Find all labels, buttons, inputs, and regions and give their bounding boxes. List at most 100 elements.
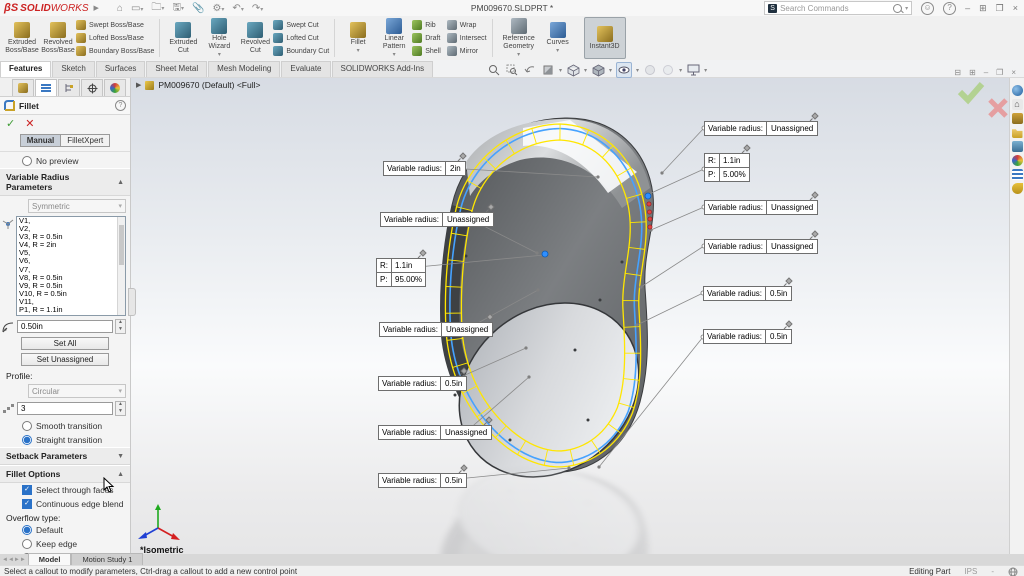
callout-variable-radius[interactable]: Variable radius: Unassigned	[704, 191, 819, 215]
panel-splitter-handle[interactable]	[128, 288, 136, 316]
new-window-icon[interactable]: ⊟	[954, 68, 961, 77]
revolved-boss-base-button[interactable]: Revolved Boss/Base	[40, 21, 76, 56]
overflow-keep-edge-option[interactable]: Keep edge	[0, 537, 130, 551]
pin-icon[interactable]	[809, 112, 819, 122]
previous-view-icon[interactable]	[523, 63, 537, 77]
help-icon[interactable]: ?	[943, 1, 957, 15]
intersect-button[interactable]: Intersect	[446, 32, 487, 44]
display-style-icon[interactable]	[591, 63, 605, 77]
callout-variable-radius[interactable]: Variable radius: Unassigned	[704, 230, 819, 254]
rib-button[interactable]: Rib	[412, 19, 441, 31]
dimxpert-manager-tab[interactable]	[81, 79, 103, 96]
cancel-button[interactable]: ✕	[25, 117, 34, 130]
vertex-list-item[interactable]: V6,	[17, 257, 125, 265]
boundary-boss-base-button[interactable]: Boundary Boss/Base	[76, 45, 154, 57]
tile-window-icon[interactable]: ⊞	[969, 68, 976, 77]
chevron-down-icon[interactable]: ▾	[584, 67, 587, 74]
zoom-to-area-icon[interactable]	[505, 63, 519, 77]
callout-radius-position[interactable]: R: 1.1in P: 95.00%	[376, 249, 427, 287]
callout-variable-radius[interactable]: Variable radius: 0.5in	[378, 367, 469, 391]
radio-icon[interactable]	[22, 539, 32, 549]
attachment-icon[interactable]: 📎	[192, 3, 204, 14]
options-gear-icon[interactable]: ⚙▾	[212, 3, 224, 14]
callout-variable-radius[interactable]: Variable radius: 0.5in	[703, 277, 794, 301]
chevron-down-icon[interactable]: ▾	[556, 47, 559, 55]
doc-close-icon[interactable]: ×	[1011, 68, 1016, 77]
pin-icon[interactable]	[783, 320, 794, 330]
vertex-list-item[interactable]: P1, R = 1.1in	[17, 305, 125, 314]
revolved-cut-button[interactable]: Revolved Cut	[237, 21, 273, 56]
home-icon[interactable]: ⌂	[117, 3, 123, 14]
instant3d-button[interactable]: Instant3D	[583, 17, 626, 59]
boundary-cut-button[interactable]: Boundary Cut	[273, 45, 329, 57]
vertex-list-item[interactable]: V4, R = 2in	[17, 241, 125, 249]
solidworks-resources-icon[interactable]	[1011, 85, 1023, 96]
view-orientation-icon[interactable]	[566, 63, 580, 77]
chevron-down-icon[interactable]: ▾	[357, 47, 360, 55]
callout-variable-radius[interactable]: Variable radius: Unassigned	[704, 112, 819, 136]
close-button[interactable]: ×	[1013, 3, 1018, 13]
confirm-cancel-icon[interactable]	[988, 98, 1008, 118]
undo-icon[interactable]: ↶▾	[232, 3, 243, 14]
tab-scroll-buttons[interactable]: ◄◄►►	[0, 554, 28, 565]
radius-input[interactable]: 0.50in	[17, 320, 113, 333]
chevron-down-icon[interactable]: ▾	[609, 67, 612, 74]
flyout-feature-tree[interactable]: ▶ PM009670 (Default) <Full>	[136, 80, 260, 90]
instances-spinner[interactable]: ▲ ▼	[115, 401, 126, 416]
vertex-list-item[interactable]: V5,	[17, 249, 125, 257]
chevron-down-icon[interactable]: ▾	[218, 51, 221, 59]
pin-icon[interactable]	[417, 249, 427, 259]
linear-pattern-button[interactable]: Linear Pattern ▾	[376, 17, 412, 60]
set-all-button[interactable]: Set All	[21, 337, 109, 350]
save-icon[interactable]: 🖫▾	[172, 0, 184, 17]
view-settings-icon[interactable]	[686, 63, 700, 77]
chevron-down-icon[interactable]: ▾	[517, 51, 520, 59]
feature-manager-tab[interactable]	[12, 79, 34, 96]
search-icon[interactable]	[893, 3, 903, 13]
tab-surfaces[interactable]: Surfaces	[95, 61, 146, 77]
continuous-edge-blend-option[interactable]: ✓ Continuous edge blend	[0, 497, 130, 511]
new-document-icon[interactable]: ▭▾	[131, 3, 143, 14]
apply-scene-icon[interactable]	[661, 63, 675, 77]
tab-sheet-metal[interactable]: Sheet Metal	[146, 61, 208, 77]
window-layout-button[interactable]: ⊞	[979, 3, 987, 14]
tab-solidworks-add-ins[interactable]: SOLIDWORKS Add-Ins	[331, 61, 434, 77]
extruded-cut-button[interactable]: Extruded Cut	[165, 21, 201, 56]
view-palette-icon[interactable]	[1011, 141, 1023, 152]
globe-icon[interactable]	[1008, 567, 1018, 576]
lofted-boss-base-button[interactable]: Lofted Boss/Base	[76, 32, 154, 44]
help-icon[interactable]: ?	[115, 100, 126, 111]
extruded-boss-base-button[interactable]: Extruded Boss/Base	[4, 21, 40, 56]
property-manager-tab[interactable]	[35, 79, 57, 96]
manual-mode-tab[interactable]: Manual	[19, 134, 61, 147]
pin-icon[interactable]	[485, 203, 495, 213]
pin-icon[interactable]	[741, 144, 751, 154]
zoom-to-fit-icon[interactable]	[487, 63, 501, 77]
ok-button[interactable]: ✓	[6, 117, 15, 130]
callout-variable-radius[interactable]: Variable radius: 0.5in	[703, 320, 794, 344]
pin-icon[interactable]	[457, 152, 467, 162]
units-selector[interactable]: IPS	[964, 567, 977, 576]
tree-expand-arrow[interactable]: ▶	[136, 81, 141, 89]
chevron-down-icon[interactable]: ▾	[679, 67, 682, 74]
no-preview-option[interactable]: No preview	[0, 154, 130, 168]
profile-dropdown[interactable]: Circular ▾	[28, 384, 126, 398]
design-library-icon[interactable]	[1011, 113, 1023, 124]
redo-icon[interactable]: ↷▾	[252, 3, 263, 14]
tab-mesh-modeling[interactable]: Mesh Modeling	[208, 61, 281, 77]
checkbox-checked-icon[interactable]: ✓	[22, 485, 32, 495]
draft-button[interactable]: Draft	[412, 32, 441, 44]
swept-cut-button[interactable]: Swept Cut	[273, 19, 329, 31]
callout-variable-radius[interactable]: Variable radius: 0.5in	[378, 464, 469, 488]
radio-selected-icon[interactable]	[22, 525, 32, 535]
symmetry-dropdown[interactable]: Symmetric ▾	[28, 199, 126, 213]
radio-icon[interactable]	[22, 421, 32, 431]
user-account-icon[interactable]: ☺	[921, 1, 935, 15]
configuration-manager-tab[interactable]	[58, 79, 80, 96]
curves-button[interactable]: Curves ▾	[540, 21, 576, 56]
vertex-list-item[interactable]: V1,	[17, 217, 125, 225]
doc-restore-icon[interactable]: ❐	[996, 68, 1003, 77]
tab-features[interactable]: Features	[0, 61, 52, 77]
motion-study-tab[interactable]: Motion Study 1	[71, 553, 144, 565]
callout-variable-radius[interactable]: Variable radius: Unassigned	[379, 313, 494, 337]
